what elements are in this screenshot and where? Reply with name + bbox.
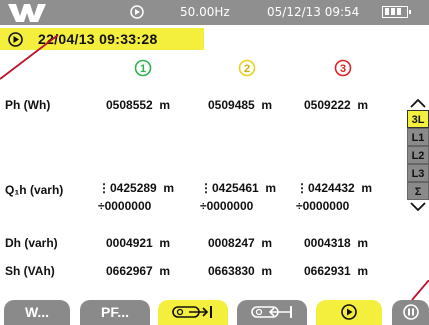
ph-phase-2-value: 0509485 m	[208, 98, 273, 112]
phase-1-indicator: 1	[134, 59, 152, 77]
sh-phase-2-value: 0663830 m	[208, 264, 273, 278]
qh-phase-2-sub-value: ÷0000000	[200, 199, 254, 213]
export-icon	[172, 306, 212, 318]
row-label-qh: Q₁h (varh)	[5, 183, 64, 197]
pause-icon	[402, 304, 419, 320]
dh-phase-3-value: 0004318 m	[304, 236, 369, 250]
row-label-ph: Ph (Wh)	[5, 98, 51, 112]
status-bar: 50.00Hz 05/12/13 09:54	[0, 0, 429, 25]
tab-pf[interactable]: PF...	[80, 300, 150, 325]
tab-import[interactable]	[237, 300, 307, 325]
selector-item-l1[interactable]: L1	[407, 128, 429, 146]
phase-2-label: 2	[244, 63, 250, 75]
qh-phase-3-value: ⋮0424432 m	[296, 181, 373, 195]
callout-pointer	[411, 280, 429, 301]
frequency-readout: 50.00Hz	[180, 5, 230, 19]
screen: 50.00Hz 05/12/13 09:54 22/04/13 09:33:28…	[0, 0, 429, 325]
sh-phase-3-value: 0662931 m	[304, 264, 369, 278]
tab-export[interactable]	[158, 300, 228, 325]
phase-3-indicator: 3	[334, 59, 352, 77]
qh-phase-2-value: ⋮0425461 m	[200, 181, 277, 195]
import-icon	[251, 306, 292, 318]
tab-play[interactable]	[316, 300, 382, 325]
qh-phase-1-value: ⋮0425289 m	[98, 181, 175, 195]
phase-2-indicator: 2	[238, 59, 256, 77]
dh-phase-1-value: 0004921 m	[106, 236, 171, 250]
play-icon	[341, 304, 357, 320]
chevron-up-icon[interactable]	[409, 98, 427, 108]
sh-phase-1-value: 0662967 m	[106, 264, 171, 278]
tab-pause[interactable]	[392, 300, 429, 325]
ph-phase-3-value: 0509222 m	[304, 98, 369, 112]
selector-item-sum[interactable]: Σ	[407, 182, 429, 200]
selector-item-l3[interactable]: L3	[407, 164, 429, 182]
selector-item-3l[interactable]: 3L	[407, 110, 429, 128]
battery-icon	[382, 6, 411, 18]
phase-1-label: 1	[140, 63, 146, 75]
phase-3-label: 3	[340, 63, 346, 75]
qh-phase-3-sub-value: ÷0000000	[296, 199, 350, 213]
dh-phase-2-value: 0008247 m	[208, 236, 273, 250]
status-datetime: 05/12/13 09:54	[267, 5, 360, 19]
selector-item-l2[interactable]: L2	[407, 146, 429, 164]
record-icon	[130, 5, 144, 19]
qh-phase-1-sub-value: ÷0000000	[98, 199, 152, 213]
row-label-dh: Dh (varh)	[5, 236, 58, 250]
chevron-down-icon[interactable]	[409, 202, 427, 212]
callout-pointer	[0, 35, 59, 80]
mode-logo-icon	[8, 4, 46, 22]
ph-phase-1-value: 0508552 m	[106, 98, 171, 112]
tab-w[interactable]: W...	[4, 300, 70, 325]
row-label-sh: Sh (VAh)	[5, 264, 55, 278]
